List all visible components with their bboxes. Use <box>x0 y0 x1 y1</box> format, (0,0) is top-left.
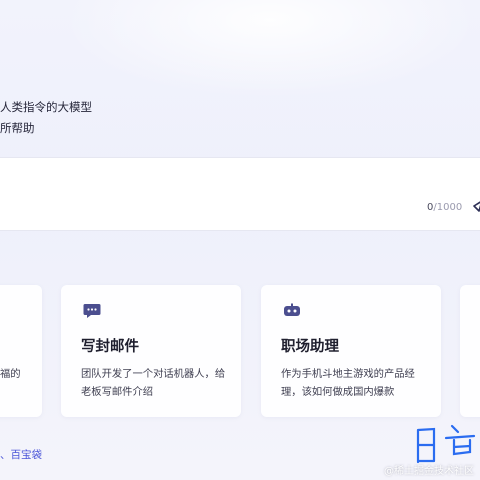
card-desc: 作为手机斗地主游戏的产品经理，该如何做成国内爆款 <box>281 368 415 398</box>
send-icon[interactable] <box>473 200 480 212</box>
page: 人类指令的大模型 所帮助 0/1000 福的 写封邮件 团队开发了一个对话机器人… <box>0 0 480 480</box>
robot-icon <box>284 303 300 316</box>
background-glow <box>60 0 480 100</box>
card-title: 职场助理 <box>281 339 339 355</box>
chat-bubble-icon <box>83 304 101 318</box>
intro-line-2: 所帮助 <box>0 121 35 135</box>
prompt-card-work-assistant[interactable]: 职场助理 作为手机斗地主游戏的产品经理，该如何做成国内爆款 <box>261 285 441 417</box>
prompt-card-partial-left[interactable]: 福的 <box>0 285 42 417</box>
char-counter: 0/1000 <box>427 202 462 213</box>
watermark: @稀土掘金技术社区 <box>384 466 474 477</box>
card-title: 写封邮件 <box>81 339 139 355</box>
card-desc: 团队开发了一个对话机器人，给老板写邮件介绍 <box>81 368 226 398</box>
prompt-card-write-email[interactable]: 写封邮件 团队开发了一个对话机器人，给老板写邮件介绍 <box>61 285 241 417</box>
intro-text: 人类指令的大模型 所帮助 <box>0 97 92 139</box>
card-desc: 福的 <box>0 368 21 380</box>
intro-line-1: 人类指令的大模型 <box>0 100 92 114</box>
handwritten-annotation <box>416 424 476 464</box>
prompt-card-partial-right[interactable] <box>460 285 480 417</box>
prompt-input[interactable] <box>0 157 480 231</box>
toolbox-link[interactable]: 、百宝袋 <box>0 447 42 462</box>
char-max: /1000 <box>433 202 463 213</box>
